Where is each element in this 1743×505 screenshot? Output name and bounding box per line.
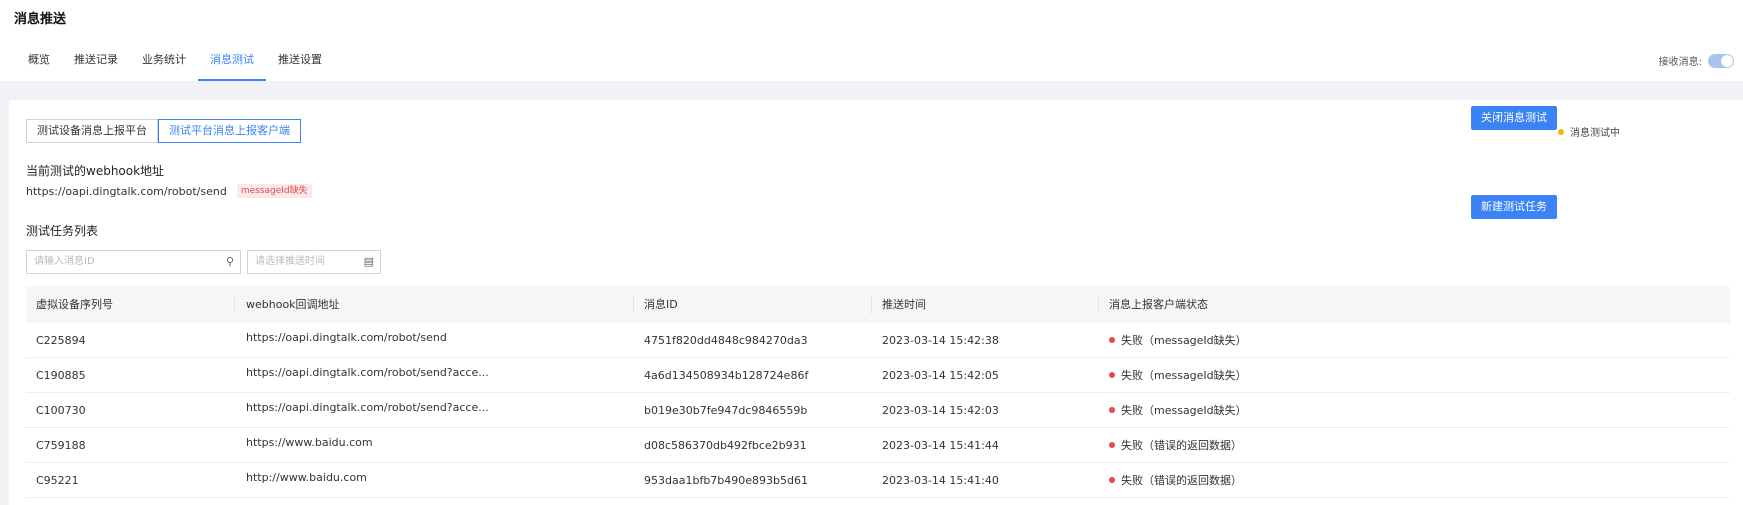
receive-message-label: 接收消息:	[1658, 57, 1702, 68]
column-divider	[234, 295, 235, 314]
close-message-test-button[interactable]: 关闭消息测试	[1471, 106, 1557, 130]
tab-push-records[interactable]: 推送记录	[62, 49, 130, 81]
cell-message-id: b019e30b7fe947dc9846559b	[644, 404, 808, 417]
message-id-search-input[interactable]: 请输入消息ID ⚲	[26, 250, 241, 274]
top-header: 消息推送 概览 推送记录 业务统计 消息测试 推送设置 接收消息:	[0, 0, 1743, 81]
cell-push-time: 2023-03-14 15:41:44	[882, 439, 999, 452]
column-divider	[871, 295, 872, 314]
message-test-panel: 测试设备消息上报平台 测试平台消息上报客户端 消息测试中 关闭消息测试 当前测试…	[9, 100, 1743, 505]
status-text: 失败（messageId缺失）	[1121, 369, 1247, 382]
calendar-icon: ▤	[363, 255, 374, 268]
mode-device-to-platform-button[interactable]: 测试设备消息上报平台	[26, 119, 158, 143]
table-header-row: 虚拟设备序列号 webhook回调地址 消息ID 推送时间 消息上报客户端状态	[26, 286, 1730, 323]
column-divider	[1098, 295, 1099, 314]
header-webhook: webhook回调地址	[246, 298, 340, 311]
header-status: 消息上报客户端状态	[1109, 298, 1208, 311]
cell-webhook: https://oapi.dingtalk.com/robot/send?acc…	[246, 401, 489, 414]
cell-push-time: 2023-03-14 15:41:40	[882, 474, 999, 487]
tab-push-settings[interactable]: 推送设置	[266, 49, 334, 81]
fail-dot-icon	[1109, 477, 1115, 483]
message-id-search-placeholder: 请输入消息ID	[34, 256, 95, 267]
test-status-label: 消息测试中	[1570, 128, 1620, 139]
table-row[interactable]: C190885 https://oapi.dingtalk.com/robot/…	[26, 358, 1730, 393]
fail-dot-icon	[1109, 372, 1115, 378]
cell-status: 失败（错误的返回数据）	[1109, 463, 1242, 497]
receive-message-toggle[interactable]	[1708, 53, 1734, 68]
cell-push-time: 2023-03-14 15:42:38	[882, 334, 999, 347]
task-list-title: 测试任务列表	[26, 224, 99, 238]
page-title: 消息推送	[14, 12, 67, 27]
header-message-id: 消息ID	[644, 298, 678, 311]
table-row[interactable]: C95221 http://www.baidu.com 953daa1bfb7b…	[26, 463, 1730, 498]
search-icon[interactable]: ⚲	[226, 251, 234, 273]
status-text: 失败（messageId缺失）	[1121, 404, 1247, 417]
test-status: 消息测试中	[1558, 124, 1620, 139]
cell-webhook: https://www.baidu.com	[246, 436, 373, 449]
push-time-placeholder: 请选择推送时间	[255, 256, 325, 267]
header-serial: 虚拟设备序列号	[36, 298, 113, 311]
cell-push-time: 2023-03-14 15:42:03	[882, 404, 999, 417]
new-test-task-button[interactable]: 新建测试任务	[1471, 195, 1557, 219]
fail-dot-icon	[1109, 337, 1115, 343]
test-task-table: 虚拟设备序列号 webhook回调地址 消息ID 推送时间 消息上报客户端状态 …	[26, 286, 1730, 498]
cell-serial: C100730	[36, 404, 86, 417]
test-mode-switch: 测试设备消息上报平台 测试平台消息上报客户端	[26, 119, 301, 143]
mode-platform-to-client-button[interactable]: 测试平台消息上报客户端	[158, 119, 301, 143]
tab-bar: 概览 推送记录 业务统计 消息测试 推送设置	[16, 49, 334, 81]
header-push-time: 推送时间	[882, 298, 926, 311]
status-text: 失败（messageId缺失）	[1121, 334, 1247, 347]
webhook-error-tag: messageId缺失	[236, 184, 312, 198]
cell-status: 失败（错误的返回数据）	[1109, 428, 1242, 462]
table-row[interactable]: C759188 https://www.baidu.com d08c586370…	[26, 428, 1730, 463]
webhook-section-title: 当前测试的webhook地址	[26, 164, 165, 178]
table-row[interactable]: C100730 https://oapi.dingtalk.com/robot/…	[26, 393, 1730, 428]
fail-dot-icon	[1109, 407, 1115, 413]
status-text: 失败（错误的返回数据）	[1121, 439, 1242, 452]
cell-webhook: https://oapi.dingtalk.com/robot/send	[246, 331, 447, 344]
cell-status: 失败（messageId缺失）	[1109, 393, 1247, 427]
push-time-picker[interactable]: 请选择推送时间 ▤	[247, 250, 381, 274]
cell-message-id: 953daa1bfb7b490e893b5d61	[644, 474, 808, 487]
cell-serial: C225894	[36, 334, 86, 347]
cell-serial: C95221	[36, 474, 79, 487]
cell-message-id: d08c586370db492fbce2b931	[644, 439, 807, 452]
fail-dot-icon	[1109, 442, 1115, 448]
tab-business-stats[interactable]: 业务统计	[130, 49, 198, 81]
tab-message-test[interactable]: 消息测试	[198, 49, 266, 81]
toggle-knob	[1721, 54, 1733, 67]
cell-webhook: http://www.baidu.com	[246, 471, 367, 484]
cell-message-id: 4751f820dd4848c984270da3	[644, 334, 808, 347]
cell-status: 失败（messageId缺失）	[1109, 323, 1247, 357]
cell-serial: C190885	[36, 369, 86, 382]
cell-status: 失败（messageId缺失）	[1109, 358, 1247, 392]
column-divider	[633, 295, 634, 314]
table-row[interactable]: C225894 https://oapi.dingtalk.com/robot/…	[26, 323, 1730, 358]
tab-overview[interactable]: 概览	[16, 49, 62, 81]
webhook-url: https://oapi.dingtalk.com/robot/send	[26, 184, 227, 198]
webhook-address-row: https://oapi.dingtalk.com/robot/send mes…	[26, 184, 312, 198]
cell-message-id: 4a6d134508934b128724e86f	[644, 369, 809, 382]
cell-push-time: 2023-03-14 15:42:05	[882, 369, 999, 382]
cell-webhook: https://oapi.dingtalk.com/robot/send?acc…	[246, 366, 489, 379]
status-dot-icon	[1558, 128, 1564, 135]
cell-serial: C759188	[36, 439, 86, 452]
status-text: 失败（错误的返回数据）	[1121, 474, 1242, 487]
receive-message-control: 接收消息:	[1659, 53, 1734, 68]
